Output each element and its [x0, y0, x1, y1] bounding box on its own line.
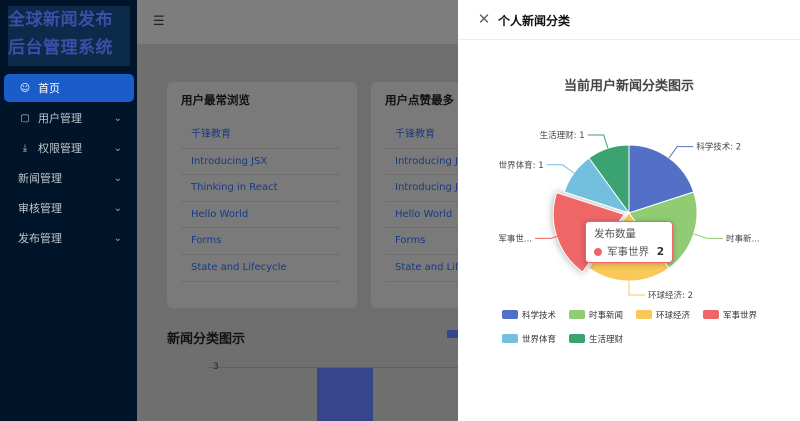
logo-line-1: 全球新闻发布	[8, 10, 113, 30]
label-line	[546, 164, 575, 174]
chart-tooltip: 发布数量 军事世界 2	[585, 221, 673, 263]
menu-item-permission-management[interactable]: ⤓ 权限管理 ⌄	[4, 134, 134, 162]
sidebar: 全球新闻发布 后台管理系统 ☺ 首页 ▢ 用户管理 ⌄ ⤓ 权限管理 ⌄ 新闻管…	[0, 0, 137, 421]
menu-item-label: 用户管理	[38, 112, 82, 125]
category-drawer: ✕ 个人新闻分类 当前用户新闻分类图示科学技术: 2 时事新... 环球经济: 2 军…	[458, 0, 800, 421]
legend-item: 军事世界	[723, 310, 758, 321]
slice-label: 世界体育: 1	[499, 160, 544, 171]
label-line	[668, 146, 694, 159]
card-title: 用户点赞最多	[385, 93, 454, 107]
legend-swatch	[569, 310, 585, 319]
tooltip-title: 发布数量	[594, 228, 636, 240]
menu-item-audit-management[interactable]: 审核管理 ⌄	[4, 194, 134, 222]
user-icon: ☺	[19, 82, 31, 94]
list-item[interactable]: Introducing JSX	[385, 149, 461, 176]
list-item[interactable]: Introducing JSX	[385, 175, 461, 202]
tooltip-marker	[594, 247, 602, 256]
chevron-down-icon: ⌄	[113, 202, 122, 214]
list-item[interactable]: 千锋教育	[385, 122, 461, 149]
label-line	[628, 281, 645, 296]
drawer-title: 个人新闻分类	[498, 14, 571, 28]
legend-swatch	[502, 310, 518, 319]
legend-swatch	[636, 310, 652, 319]
legend-swatch	[502, 334, 518, 343]
tooltip-row: 军事世界 2	[594, 244, 664, 259]
slice-label: 军事世...	[498, 233, 532, 244]
chart-bar	[317, 368, 373, 421]
list-item[interactable]: Hello World	[385, 202, 461, 229]
card-title: 用户最常浏览	[181, 93, 250, 107]
chevron-down-icon: ⌄	[113, 232, 122, 244]
logo-line-2: 后台管理系统	[8, 38, 113, 58]
most-liked-card: 用户点赞最多 千锋教育 Introducing JSX Introducing …	[371, 82, 461, 308]
legend-item: 时事新闻	[589, 310, 623, 321]
list-item[interactable]: Hello World	[181, 202, 341, 229]
legend-item: 世界体育	[522, 334, 556, 345]
label-line	[693, 233, 723, 239]
menu-item-publish-management[interactable]: 发布管理 ⌄	[4, 224, 134, 252]
legend-swatch	[569, 334, 585, 343]
slice-label: 时事新...	[726, 233, 760, 244]
list-item[interactable]: State and Lifecycle	[181, 255, 341, 282]
slice-label: 科学技术: 2	[696, 142, 741, 153]
chevron-down-icon: ⌄	[113, 112, 122, 124]
tooltip-name: 军事世界	[607, 246, 649, 258]
label-line	[587, 134, 609, 149]
menu-item-label: 新闻管理	[18, 172, 62, 185]
list-item[interactable]: Introducing JSX	[181, 149, 341, 176]
list-item[interactable]: State and Lifecycle	[385, 255, 461, 282]
slice-label: 环球经济: 2	[648, 290, 693, 301]
legend-item: 科学技术	[522, 310, 557, 321]
most-liked-list: 千锋教育 Introducing JSX Introducing JSX Hel…	[385, 122, 461, 282]
legend-item: 环球经济	[656, 310, 691, 321]
menu-item-user-management[interactable]: ▢ 用户管理 ⌄	[4, 104, 134, 132]
y-tick-label: 3	[213, 362, 219, 372]
menu-item-label: 审核管理	[18, 202, 62, 215]
tooltip-value: 2	[656, 245, 664, 258]
slice-label: 生活理财: 1	[540, 130, 585, 141]
most-viewed-list: 千锋教育 Introducing JSX Thinking in React H…	[181, 122, 341, 282]
download-icon: ⤓	[22, 142, 28, 154]
menu-item-news-management[interactable]: 新闻管理 ⌄	[4, 164, 134, 192]
legend-item: 生活理财	[589, 334, 624, 345]
menu-fold-icon[interactable]: ☰	[153, 14, 165, 29]
drawer-header: ✕ 个人新闻分类	[458, 0, 800, 40]
menu-item-label: 发布管理	[18, 232, 62, 245]
news-chart-title: 新闻分类图示	[167, 332, 246, 347]
video-icon: ▢	[20, 112, 30, 124]
close-icon[interactable]: ✕	[476, 11, 492, 27]
menu-item-label: 首页	[38, 82, 60, 95]
chevron-down-icon: ⌄	[113, 172, 122, 184]
chart-title: 当前用户新闻分类图示	[564, 78, 694, 94]
legend-swatch	[703, 310, 719, 319]
chevron-down-icon: ⌄	[113, 142, 122, 154]
list-item[interactable]: 千锋教育	[181, 122, 341, 149]
list-item[interactable]: Forms	[385, 228, 461, 255]
menu-item-label: 权限管理	[38, 142, 82, 155]
list-item[interactable]: Forms	[181, 228, 341, 255]
list-item[interactable]: Thinking in React	[181, 175, 341, 202]
menu-item-home[interactable]: ☺ 首页	[4, 74, 134, 102]
app-logo: 全球新闻发布 后台管理系统	[8, 6, 130, 66]
most-viewed-card: 用户最常浏览 千锋教育 Introducing JSX Thinking in …	[167, 82, 357, 308]
